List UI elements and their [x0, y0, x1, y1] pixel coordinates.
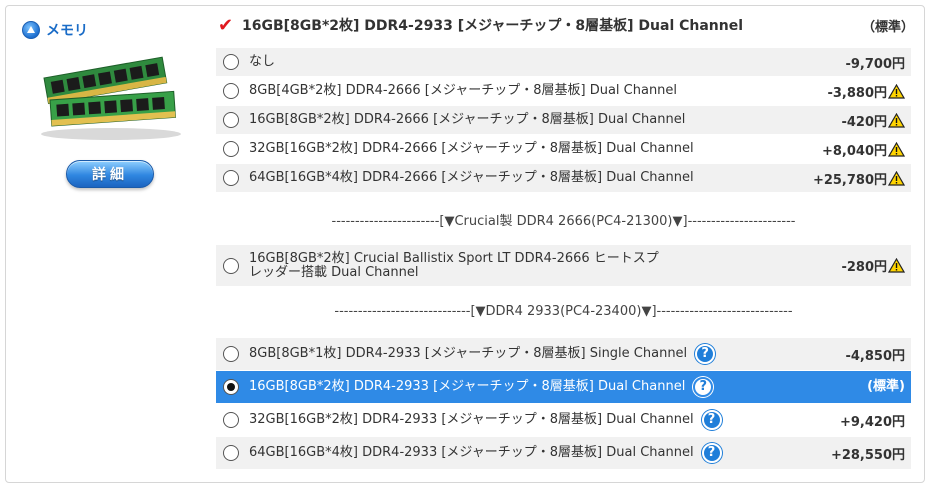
radio-button[interactable] — [223, 54, 239, 70]
option-price: +9,420円 — [839, 414, 905, 430]
option-label: 16GB[8GB*2枚] DDR4-2933 [メジャーチップ・8層基板] Du… — [249, 377, 867, 397]
option-price: +8,040円 — [822, 140, 905, 159]
category-title: メモリ — [46, 23, 88, 39]
standard-badge: （標準） — [861, 19, 914, 35]
up-arrow-circle-icon[interactable] — [22, 21, 40, 39]
option-row[interactable]: 64GB[16GB*4枚] DDR4-2933 [メジャーチップ・8層基板] D… — [216, 437, 911, 470]
option-label: 64GB[16GB*4枚] DDR4-2666 [メジャーチップ・8層基板] D… — [249, 170, 694, 185]
warning-icon — [888, 83, 905, 99]
option-price: -420円 — [841, 111, 905, 130]
option-row[interactable]: 8GB[4GB*2枚] DDR4-2666 [メジャーチップ・8層基板] Dua… — [216, 77, 911, 106]
group-separator: -----------------------------[▼DDR4 2933… — [334, 304, 793, 319]
radio-button-checked[interactable] — [223, 379, 239, 395]
option-row[interactable]: 32GB[16GB*2枚] DDR4-2666 [メジャーチップ・8層基板] D… — [216, 135, 911, 164]
option-row[interactable]: 8GB[8GB*1枚] DDR4-2933 [メジャーチップ・8層基板] Sin… — [216, 338, 911, 371]
radio-button[interactable] — [223, 83, 239, 99]
radio-button[interactable] — [223, 170, 239, 186]
checkmark-icon: ✔ — [218, 14, 234, 36]
warning-icon — [888, 170, 905, 186]
option-label: 32GB[16GB*2枚] DDR4-2933 [メジャーチップ・8層基板] D… — [249, 410, 840, 430]
help-icon[interactable]: ? — [701, 410, 722, 430]
option-row[interactable]: なし -9,700円 — [216, 48, 911, 77]
option-price: -9,700円 — [845, 56, 905, 72]
radio-button[interactable] — [223, 112, 239, 128]
option-row[interactable]: 32GB[16GB*2枚] DDR4-2933 [メジャーチップ・8層基板] D… — [216, 404, 911, 437]
detail-button[interactable]: 詳細 — [66, 160, 154, 188]
option-label: 16GB[8GB*2枚] Crucial Ballistix Sport LT … — [249, 250, 659, 280]
help-icon[interactable]: ? — [701, 443, 722, 463]
option-label: 32GB[16GB*2枚] DDR4-2666 [メジャーチップ・8層基板] D… — [249, 141, 694, 156]
memory-module-image — [41, 56, 181, 140]
option-label: 16GB[8GB*2枚] DDR4-2666 [メジャーチップ・8層基板] Du… — [249, 112, 686, 127]
radio-button[interactable] — [223, 346, 239, 362]
option-row[interactable]: 64GB[16GB*4枚] DDR4-2666 [メジャーチップ・8層基板] D… — [216, 164, 911, 193]
radio-button[interactable] — [223, 141, 239, 157]
radio-button[interactable] — [223, 445, 239, 461]
option-label: なし — [249, 54, 276, 69]
selected-summary: ✔ 16GB[8GB*2枚] DDR4-2933 [メジャーチップ・8層基板] … — [218, 12, 914, 38]
option-label: 8GB[8GB*1枚] DDR4-2933 [メジャーチップ・8層基板] Sin… — [249, 344, 845, 364]
option-price: -4,850円 — [845, 348, 905, 364]
option-price: +28,550円 — [830, 447, 905, 463]
warning-icon — [888, 258, 905, 273]
selected-label: 16GB[8GB*2枚] DDR4-2933 [メジャーチップ・8層基板] Du… — [242, 18, 744, 34]
option-price: -3,880円 — [827, 82, 905, 101]
help-icon[interactable]: ? — [693, 377, 714, 397]
option-price: -280円 — [841, 256, 905, 275]
warning-icon — [888, 141, 905, 157]
help-icon[interactable]: ? — [695, 344, 716, 364]
category-header: メモリ — [22, 20, 88, 40]
option-row-selected[interactable]: 16GB[8GB*2枚] DDR4-2933 [メジャーチップ・8層基板] Du… — [216, 371, 911, 404]
radio-button[interactable] — [223, 412, 239, 428]
option-row[interactable]: 16GB[8GB*2枚] DDR4-2666 [メジャーチップ・8層基板] Du… — [216, 106, 911, 135]
option-label: 8GB[4GB*2枚] DDR4-2666 [メジャーチップ・8層基板] Dua… — [249, 83, 678, 98]
option-price: +25,780円 — [813, 169, 905, 188]
group-separator: -----------------------[▼Crucial製 DDR4 2… — [331, 214, 796, 229]
option-row[interactable]: 16GB[8GB*2枚] Crucial Ballistix Sport LT … — [216, 245, 911, 287]
option-price: (標準) — [867, 379, 905, 394]
warning-icon — [888, 112, 905, 128]
option-label: 64GB[16GB*4枚] DDR4-2933 [メジャーチップ・8層基板] D… — [249, 443, 831, 463]
radio-button[interactable] — [223, 257, 239, 274]
